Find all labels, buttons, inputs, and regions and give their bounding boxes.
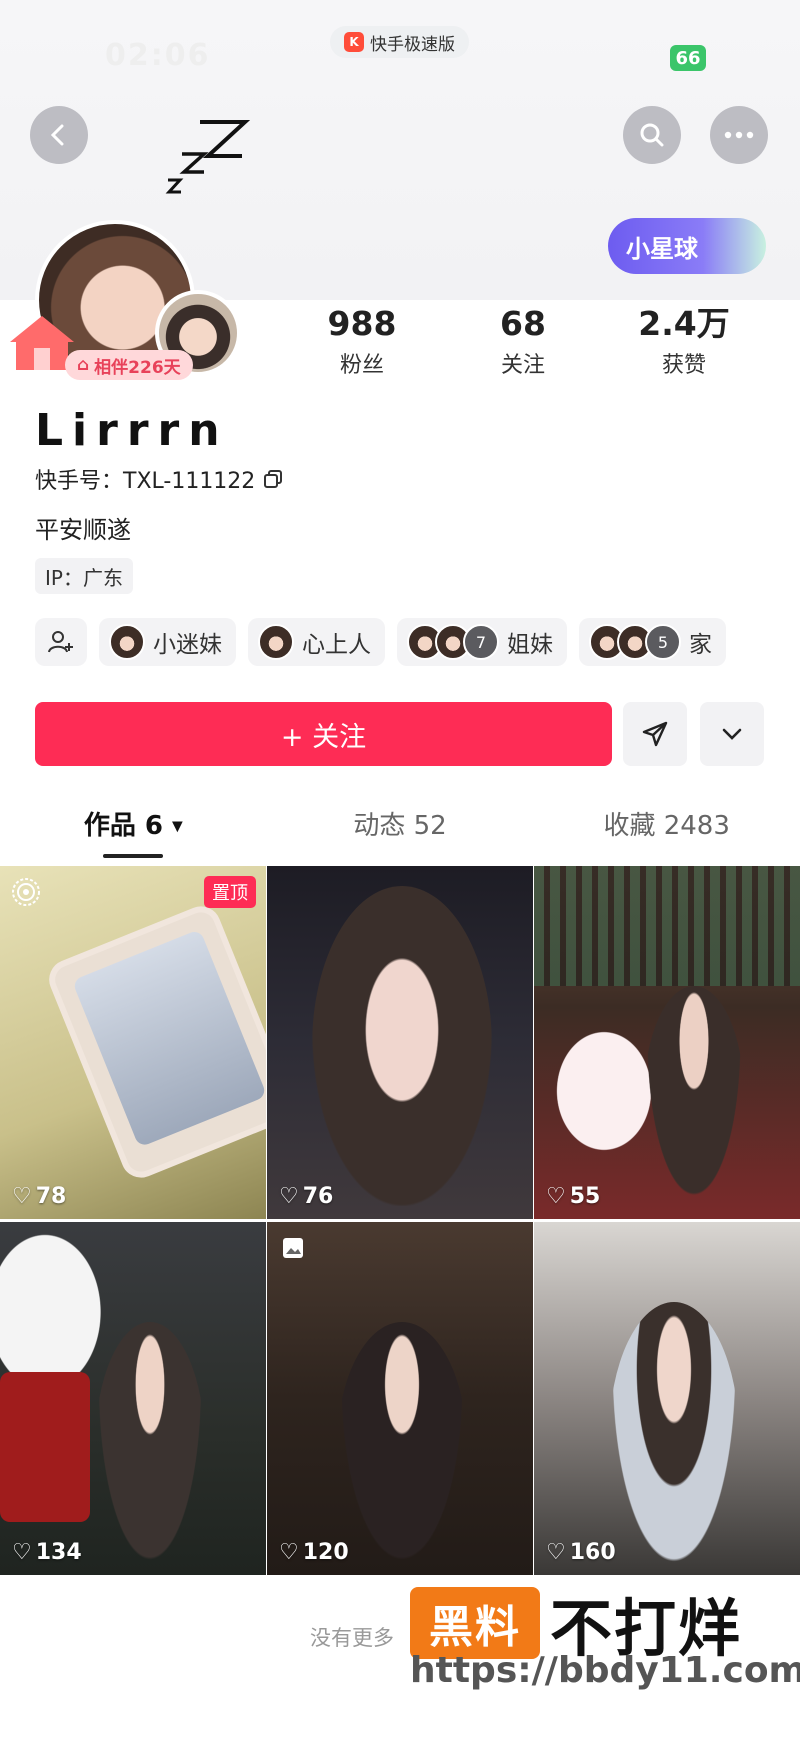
search-button[interactable] — [623, 106, 681, 164]
relation-label: 家 — [689, 632, 712, 658]
heart-icon: ♡ — [546, 1184, 566, 1209]
pinned-tag: 置顶 — [204, 876, 256, 908]
phone-image — [43, 900, 266, 1184]
relations-row: 小迷妹 心上人 7 姐妹 5 家 — [35, 618, 726, 666]
profile-bio: 平安顺遂 — [35, 516, 131, 544]
more-button[interactable] — [710, 106, 768, 164]
relation-chip[interactable]: 7 姐妹 — [397, 618, 567, 666]
post-thumbnail[interactable]: ♡ 134 — [0, 1222, 266, 1575]
relation-chip[interactable]: 心上人 — [248, 618, 385, 666]
heart-icon: ♡ — [12, 1540, 32, 1565]
post-likes: ♡ 78 — [12, 1184, 66, 1209]
likes-count: 55 — [569, 1184, 601, 1209]
copy-icon[interactable] — [263, 469, 283, 489]
add-friend-chip[interactable] — [35, 618, 87, 666]
person-figure — [312, 886, 492, 1206]
battery-indicator: 66 — [670, 45, 706, 71]
person-figure — [337, 1322, 467, 1572]
more-dots-icon — [724, 131, 754, 139]
caret-down-icon: ▼ — [172, 818, 183, 835]
kuaishou-logo-icon: K — [344, 32, 364, 52]
post-thumbnail[interactable]: ♡ 76 — [267, 866, 533, 1219]
stat-value: 68 — [500, 304, 546, 343]
live-photo-icon — [12, 878, 40, 906]
tab-works[interactable]: 作品 6 ▼ — [0, 805, 267, 858]
bookshelf-image — [534, 866, 800, 986]
relation-avatar — [258, 624, 294, 660]
post-likes: ♡ 120 — [279, 1540, 349, 1565]
stat-value: 2.4万 — [638, 304, 730, 343]
heart-icon: ♡ — [12, 1184, 32, 1209]
tab-bar: 作品 6 ▼ 动态 52 收藏 2483 — [0, 805, 800, 858]
relation-chip[interactable]: 小迷妹 — [99, 618, 236, 666]
relation-label: 姐妹 — [507, 632, 553, 658]
user-id: 快手号：TXL-111122 — [35, 469, 256, 494]
profile-name: Lirrrn — [35, 405, 229, 456]
post-likes: ♡ 160 — [546, 1540, 616, 1565]
companion-badge: ⌂ 相伴226天 — [65, 350, 193, 380]
stat-label: 关注 — [500, 353, 545, 378]
expand-button[interactable] — [700, 702, 764, 766]
heart-icon: ♡ — [279, 1540, 299, 1565]
no-more-text: 没有更多 — [310, 1626, 394, 1650]
relation-label: 心上人 — [302, 632, 371, 658]
tab-label: 作品 6 — [83, 811, 163, 841]
tab-favorites[interactable]: 收藏 2483 — [533, 805, 800, 842]
user-id-row: 快手号：TXL-111122 — [35, 463, 283, 495]
likes-count: 76 — [302, 1184, 334, 1209]
relation-label: 小迷妹 — [153, 632, 222, 658]
planet-badge[interactable]: 小星球 — [608, 218, 766, 274]
likes-count: 78 — [35, 1184, 67, 1209]
post-likes: ♡ 76 — [279, 1184, 333, 1209]
post-thumbnail[interactable]: ♡ 120 — [267, 1222, 533, 1575]
stat-label: 粉丝 — [339, 353, 384, 378]
likes-count: 120 — [302, 1540, 349, 1565]
paper-plane-icon — [642, 721, 668, 747]
house-small-icon: ⌂ — [77, 355, 90, 375]
person-figure — [609, 1302, 739, 1572]
relation-chip[interactable]: 5 家 — [579, 618, 726, 666]
stat-fans[interactable]: 988 粉丝 — [292, 305, 432, 379]
heart-icon: ♡ — [279, 1184, 299, 1209]
red-dress-image — [0, 1372, 90, 1522]
add-user-icon — [48, 631, 73, 653]
app-pill[interactable]: K 快手极速版 — [330, 26, 469, 58]
tab-label: 收藏 2483 — [603, 811, 730, 841]
relation-count: 7 — [463, 624, 499, 660]
watermark-box: 黑料 — [410, 1587, 540, 1659]
sleep-zzz-icon — [165, 120, 250, 194]
likes-count: 160 — [569, 1540, 616, 1565]
stat-following[interactable]: 68 关注 — [453, 305, 593, 379]
post-thumbnail[interactable]: ♡ 55 — [534, 866, 800, 1219]
post-likes: ♡ 134 — [12, 1540, 82, 1565]
search-icon — [640, 123, 664, 147]
send-message-button[interactable] — [623, 702, 687, 766]
watermark-url: https://bbdy11.com — [410, 1650, 800, 1691]
likes-count: 134 — [35, 1540, 82, 1565]
stat-value: 988 — [327, 304, 397, 343]
chevron-left-icon — [50, 124, 64, 146]
relation-avatar — [109, 624, 145, 660]
relation-count: 5 — [645, 624, 681, 660]
companion-badge-label: 相伴226天 — [94, 357, 181, 378]
post-thumbnail[interactable]: ♡ 160 — [534, 1222, 800, 1575]
app-pill-label: 快手极速版 — [370, 34, 455, 55]
follow-button[interactable]: + 关注 — [35, 702, 612, 766]
tab-label: 动态 52 — [353, 811, 447, 841]
tab-moments[interactable]: 动态 52 — [267, 805, 534, 842]
planet-badge-label: 小星球 — [626, 234, 698, 263]
image-post-icon — [283, 1238, 303, 1258]
ip-tag: IP：广东 — [35, 558, 133, 594]
stat-likes[interactable]: 2.4万 获赞 — [614, 305, 754, 379]
person-figure — [95, 1322, 205, 1572]
post-grid: 置顶 ♡ 78 ♡ 76 ♡ 55 ♡ 134 ♡ 120 ♡ 160 — [0, 866, 800, 1575]
post-likes: ♡ 55 — [546, 1184, 600, 1209]
stat-label: 获赞 — [661, 353, 706, 378]
heart-icon: ♡ — [546, 1540, 566, 1565]
back-button[interactable] — [30, 106, 88, 164]
person-figure — [644, 986, 744, 1206]
status-time: 02:06 — [105, 38, 211, 73]
post-thumbnail[interactable]: 置顶 ♡ 78 — [0, 866, 266, 1219]
chevron-down-icon — [722, 728, 742, 740]
